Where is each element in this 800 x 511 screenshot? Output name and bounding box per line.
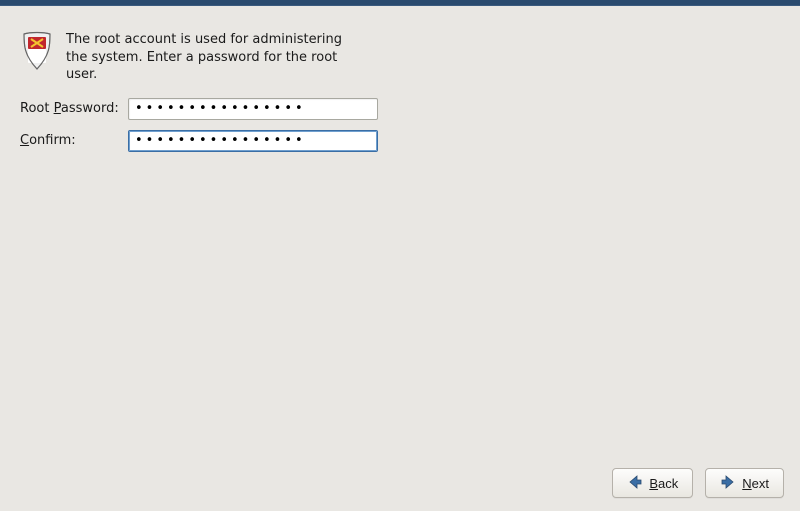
root-password-label: Root Password: <box>20 101 128 116</box>
label-post: assword: <box>61 101 119 116</box>
root-password-row: Root Password: <box>20 98 780 120</box>
back-button[interactable]: Back <box>612 468 693 498</box>
label-ul: P <box>54 101 61 116</box>
next-button-label: Next <box>742 476 769 491</box>
confirm-password-row: Confirm: <box>20 130 780 152</box>
intro-text: The root account is used for administeri… <box>66 31 356 84</box>
installer-root-password-page: The root account is used for administeri… <box>0 6 800 511</box>
label-pre: Root <box>20 101 54 116</box>
confirm-password-input[interactable] <box>128 130 378 152</box>
confirm-password-label: Confirm: <box>20 133 128 148</box>
back-button-label: Back <box>649 476 678 491</box>
next-button[interactable]: Next <box>705 468 784 498</box>
nav-button-bar: Back Next <box>612 468 784 498</box>
shield-icon <box>20 31 54 75</box>
label-ul: C <box>20 133 29 148</box>
label-rest: ack <box>658 476 678 491</box>
label-rest: ext <box>752 476 769 491</box>
label-ul: B <box>649 476 658 491</box>
arrow-right-icon <box>720 474 736 493</box>
arrow-left-icon <box>627 474 643 493</box>
root-password-input[interactable] <box>128 98 378 120</box>
label-ul: N <box>742 476 751 491</box>
intro-row: The root account is used for administeri… <box>20 31 780 84</box>
label-post: onfirm: <box>29 133 76 148</box>
